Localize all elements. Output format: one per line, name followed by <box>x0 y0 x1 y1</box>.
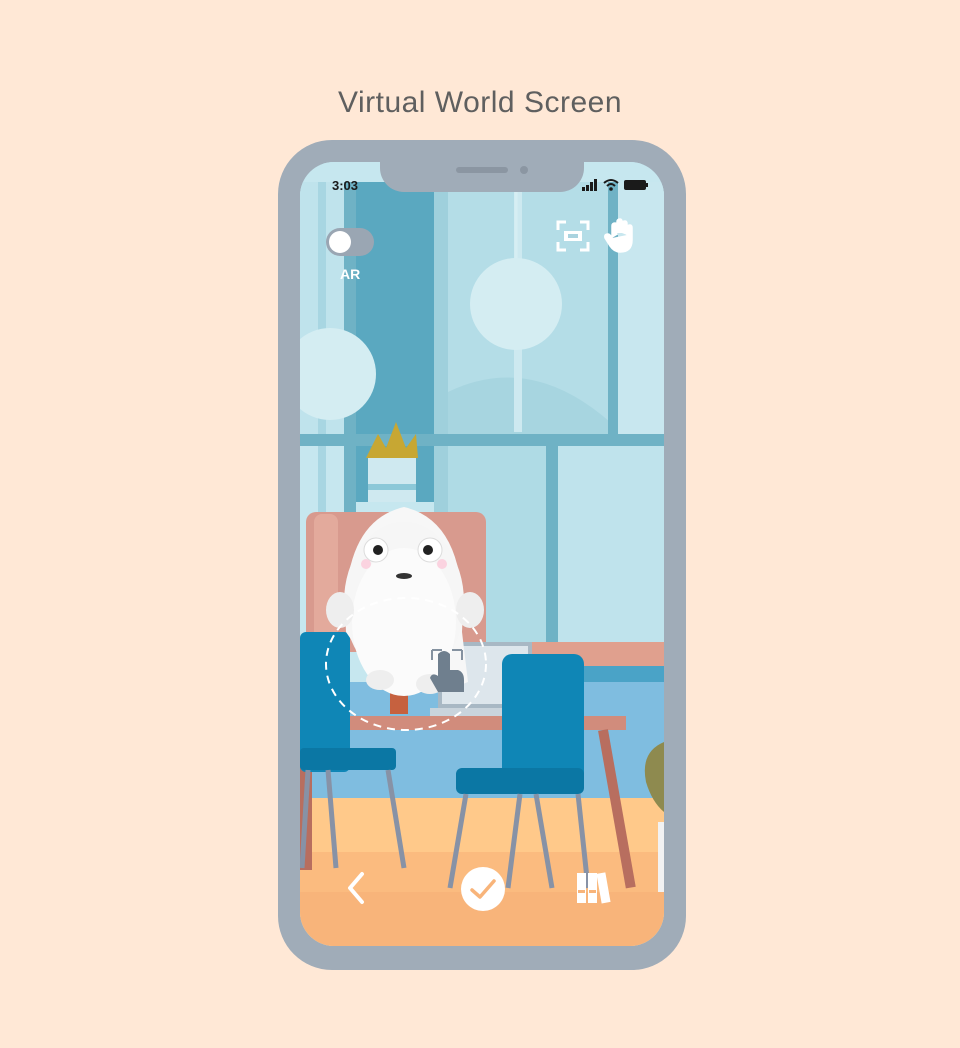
scan-frame-icon[interactable] <box>556 220 590 252</box>
library-books-icon[interactable] <box>576 870 616 906</box>
battery-icon <box>624 180 648 190</box>
front-camera <box>520 166 528 174</box>
phone-notch <box>380 160 584 192</box>
ar-toggle-knob <box>329 231 351 253</box>
speaker-grille <box>456 167 508 173</box>
status-icons <box>582 179 648 191</box>
page-title: Virtual World Screen <box>337 86 622 119</box>
confirm-check-icon[interactable] <box>460 866 506 912</box>
status-time: 3:03 <box>332 178 359 193</box>
wifi-icon <box>603 179 619 191</box>
ar-toggle-label: AR <box>340 266 361 282</box>
pendant-lamp <box>470 258 562 350</box>
signal-icon <box>582 179 597 191</box>
ar-toggle[interactable] <box>326 228 374 256</box>
hand-icon[interactable] <box>604 218 636 254</box>
back-chevron-icon[interactable] <box>344 870 368 906</box>
